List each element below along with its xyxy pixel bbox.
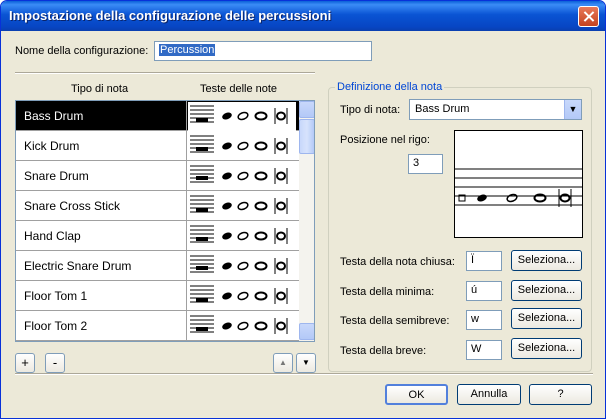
- breve-head-select-button[interactable]: Seleziona...: [511, 338, 582, 359]
- column-divider: [186, 311, 187, 341]
- col-header-note-type: Tipo di nota: [71, 83, 129, 95]
- note-type-name: Floor Tom 2: [24, 319, 88, 333]
- column-divider: [186, 131, 187, 161]
- closed-head-label: Testa della nota chiusa:: [340, 256, 455, 268]
- note-type-select[interactable]: Bass Drum ▼: [409, 99, 582, 120]
- col-header-noteheads: Teste delle note: [200, 83, 278, 95]
- list-scrollbar[interactable]: [299, 101, 314, 341]
- remove-button[interactable]: -: [45, 353, 65, 373]
- note-type-name: Snare Cross Stick: [24, 199, 121, 213]
- minim-head-label: Testa della minima:: [340, 286, 435, 298]
- breve-head-input[interactable]: W: [466, 340, 502, 360]
- window-title: Impostazione della configurazione delle …: [9, 8, 332, 23]
- separator: [15, 72, 315, 74]
- notehead-preview: [188, 312, 296, 341]
- notehead-preview: [188, 132, 296, 162]
- notehead-preview: [188, 252, 296, 282]
- notehead-preview: [188, 162, 296, 192]
- note-type-name: Snare Drum: [24, 169, 89, 183]
- note-type-name: Hand Clap: [24, 229, 81, 243]
- semibreve-head-input[interactable]: w: [466, 310, 502, 330]
- note-type-name: Electric Snare Drum: [24, 259, 132, 273]
- move-down-button[interactable]: ▼: [296, 353, 316, 373]
- notehead-preview: [188, 282, 296, 312]
- separator: [15, 373, 593, 375]
- list-item[interactable]: Hand Clap: [16, 221, 299, 251]
- semibreve-head-label: Testa della semibreve:: [340, 315, 450, 327]
- dialog-window: Impostazione della configurazione delle …: [0, 0, 606, 419]
- minim-head-input[interactable]: ú: [466, 281, 502, 301]
- notehead-preview: [188, 102, 296, 132]
- title-bar[interactable]: Impostazione della configurazione delle …: [1, 1, 605, 31]
- notehead-preview: [188, 222, 296, 252]
- breve-head-label: Testa della breve:: [340, 345, 427, 357]
- list-item[interactable]: Snare Drum: [16, 161, 299, 191]
- config-name-input[interactable]: Percussion: [154, 41, 372, 61]
- column-divider: [186, 221, 187, 251]
- list-item[interactable]: Snare Cross Stick: [16, 191, 299, 221]
- column-divider: [186, 191, 187, 221]
- closed-head-select-button[interactable]: Seleziona...: [511, 250, 582, 271]
- close-icon[interactable]: [578, 6, 599, 27]
- scroll-thumb[interactable]: [299, 119, 314, 154]
- column-divider: [186, 101, 187, 131]
- note-type-name: Floor Tom 1: [24, 289, 88, 303]
- closed-head-input[interactable]: Ï: [466, 251, 502, 271]
- list-item[interactable]: Kick Drum: [16, 131, 299, 161]
- add-button[interactable]: +: [15, 353, 35, 373]
- staff-position-label: Posizione nel rigo:: [340, 134, 430, 146]
- help-button[interactable]: ?: [529, 384, 592, 405]
- staff-preview: [454, 130, 583, 238]
- note-type-name: Bass Drum: [24, 109, 84, 123]
- list-item[interactable]: Electric Snare Drum: [16, 251, 299, 281]
- note-type-value: Bass Drum: [415, 103, 470, 115]
- note-type-name: Kick Drum: [24, 139, 80, 153]
- note-type-list[interactable]: Bass Drum Kick Drum Snare Drum Snare Cross …: [15, 100, 315, 342]
- chevron-down-icon[interactable]: ▼: [564, 100, 581, 119]
- column-divider: [186, 281, 187, 311]
- minim-head-select-button[interactable]: Seleziona...: [511, 280, 582, 301]
- ok-button[interactable]: OK: [385, 384, 448, 405]
- semibreve-head-select-button[interactable]: Seleziona...: [511, 308, 582, 329]
- list-item[interactable]: Floor Tom 1: [16, 281, 299, 311]
- column-divider: [186, 251, 187, 281]
- cancel-button[interactable]: Annulla: [457, 384, 521, 405]
- note-type-label: Tipo di nota:: [340, 104, 401, 116]
- scroll-up-icon[interactable]: [299, 101, 314, 118]
- move-up-button[interactable]: ▲: [273, 353, 293, 373]
- scroll-down-icon[interactable]: [299, 323, 314, 340]
- list-item[interactable]: Bass Drum: [16, 101, 299, 132]
- column-divider: [186, 161, 187, 191]
- staff-position-input[interactable]: 3: [408, 154, 443, 174]
- note-definition-title: Definizione della nota: [335, 81, 445, 93]
- list-item[interactable]: Floor Tom 2: [16, 311, 299, 341]
- config-name-label: Nome della configurazione:: [15, 45, 149, 57]
- notehead-preview: [188, 192, 296, 222]
